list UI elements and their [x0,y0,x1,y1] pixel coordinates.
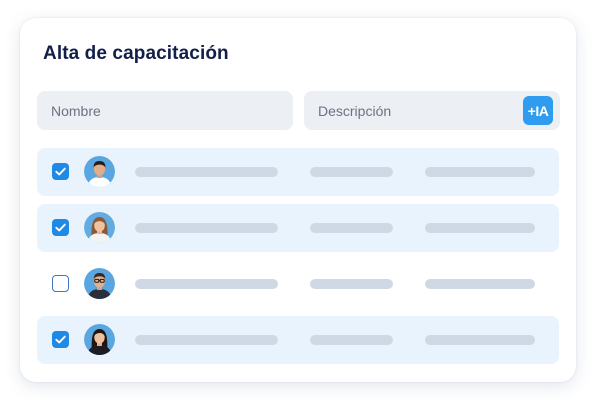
row-checkbox[interactable] [52,219,69,236]
avatar [84,156,115,187]
skeleton-bar [135,335,278,345]
skeleton-bar [310,223,393,233]
name-field[interactable]: Nombre [37,91,293,130]
description-field[interactable]: Descripción +IA [304,91,560,130]
list-item[interactable] [37,204,559,252]
skeleton-bar [425,167,535,177]
row-checkbox[interactable] [52,331,69,348]
skeleton-bar [425,223,535,233]
form-title: Alta de capacitación [43,43,229,64]
training-form-card: Alta de capacitación Nombre Descripción … [20,18,576,382]
skeleton-bar [135,279,278,289]
check-icon [55,223,66,232]
skeleton-bar [310,335,393,345]
skeleton-bar [310,279,393,289]
list-item[interactable] [37,148,559,196]
row-checkbox[interactable] [52,163,69,180]
avatar [84,268,115,299]
skeleton-bar [135,167,278,177]
name-field-placeholder: Nombre [51,102,101,119]
skeleton-bar [425,279,535,289]
ai-assist-button[interactable]: +IA [523,96,553,125]
avatar [84,212,115,243]
avatar [84,324,115,355]
check-icon [55,335,66,344]
row-checkbox[interactable] [52,275,69,292]
person-avatar-icon [84,324,115,355]
list-item[interactable] [37,260,559,308]
description-field-placeholder: Descripción [318,102,392,119]
page: Alta de capacitación Nombre Descripción … [0,0,601,407]
skeleton-bar [135,223,278,233]
skeleton-bar [425,335,535,345]
person-avatar-icon [84,156,115,187]
person-avatar-icon [84,268,115,299]
person-avatar-icon [84,212,115,243]
skeleton-bar [310,167,393,177]
list-item[interactable] [37,316,559,364]
check-icon [55,167,66,176]
